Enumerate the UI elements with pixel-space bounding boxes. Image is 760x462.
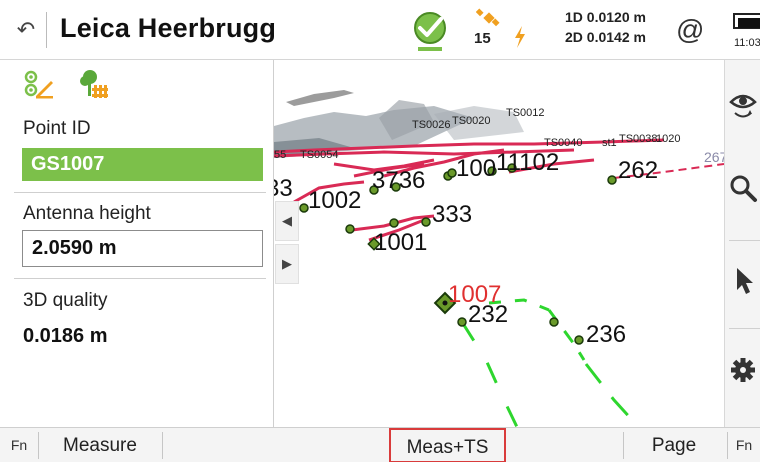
map-small-label: TS0040	[544, 137, 583, 149]
zoom-icon[interactable]	[725, 166, 760, 210]
point-label-100: 100	[456, 155, 496, 182]
position-status-check-icon[interactable]	[410, 10, 450, 52]
3d-quality-label: 3D quality	[23, 290, 108, 311]
fn-right-button[interactable]: Fn	[728, 428, 760, 462]
pointer-arrow-icon[interactable]	[725, 258, 760, 302]
satellite-count: 15	[474, 30, 491, 47]
map-view[interactable]: TS0012 TS0026 TS0020 TS0054 TS0038 1020 …	[274, 60, 724, 427]
gear-icon[interactable]	[725, 348, 760, 392]
point-label-1002: 1002	[308, 187, 361, 214]
tree-fence-icon[interactable]	[78, 68, 110, 100]
point-label-1001: 1001	[374, 229, 427, 256]
map-small-label: 55	[274, 149, 286, 161]
measure-button[interactable]: Measure	[40, 428, 160, 462]
battery-icon: 11:03	[733, 10, 760, 54]
map-small-label: 1020	[656, 133, 680, 145]
map-small-label: TS0026	[412, 119, 451, 131]
map-toolbar	[724, 60, 760, 427]
point-pencil-icon[interactable]	[22, 68, 54, 100]
point-cloud-map[interactable]: TS0012 TS0026 TS0020 TS0054 TS0038 1020 …	[274, 60, 724, 427]
point-label-262: 262	[618, 157, 658, 184]
map-small-label: TS0020	[452, 115, 491, 127]
point-label-333: 333	[432, 201, 472, 228]
softkey-separator	[38, 432, 39, 459]
satellite-icon[interactable]	[476, 8, 504, 28]
point-label-3736: 3736	[372, 167, 425, 194]
scroll-left-button[interactable]: ◀	[275, 201, 299, 241]
point-labels: 1007 232 236 1001 333 1002 3736 100 1110…	[274, 149, 658, 348]
meas-ts-button[interactable]: Meas+TS	[389, 428, 506, 462]
point-info-panel: Point ID GS1007 Antenna height 2.0590 m …	[0, 60, 274, 427]
point-id-label: Point ID	[23, 118, 91, 139]
app-title: Leica Heerbrugg	[60, 13, 277, 43]
3d-quality-value: 0.0186 m	[23, 325, 108, 347]
divider	[14, 278, 266, 279]
map-small-label: TS0012	[506, 107, 545, 119]
back-icon[interactable]: ↶	[12, 16, 40, 44]
divider	[14, 192, 266, 193]
map-small-label: st1	[602, 137, 617, 149]
lightning-icon	[515, 26, 525, 48]
map-small-label: 267	[704, 149, 724, 165]
toolbar-separator	[729, 328, 760, 329]
softkey-separator	[162, 432, 163, 459]
point-label-11102: 11102	[496, 149, 559, 176]
map-small-label: TS0054	[300, 149, 339, 161]
point-id-value[interactable]: GS1007	[22, 148, 263, 181]
map-small-label: TS0038	[619, 133, 658, 145]
precision-2d: 2D 0.0142 m	[565, 29, 646, 45]
antenna-height-input[interactable]: 2.0590 m	[22, 230, 263, 267]
toolbar-separator	[729, 240, 760, 241]
page-button[interactable]: Page	[624, 428, 724, 462]
title-bar: ↶ Leica Heerbrugg 15 1D 0.0120 m 2D 0.01…	[0, 0, 760, 60]
clock-time: 11:03	[734, 37, 760, 49]
antenna-height-label: Antenna height	[23, 203, 151, 224]
eye-refresh-icon[interactable]	[725, 82, 760, 126]
point-label-33: 33	[274, 175, 293, 202]
point-label-232: 232	[468, 301, 508, 328]
at-icon[interactable]: @	[676, 14, 704, 46]
fn-left-button[interactable]: Fn	[0, 428, 38, 462]
softkey-bar: Fn Measure Meas+TS Page Fn	[0, 427, 760, 462]
precision-1d: 1D 0.0120 m	[565, 9, 646, 25]
title-separator	[46, 12, 47, 48]
scroll-right-button[interactable]: ▶	[275, 244, 299, 284]
point-label-236: 236	[586, 321, 626, 348]
